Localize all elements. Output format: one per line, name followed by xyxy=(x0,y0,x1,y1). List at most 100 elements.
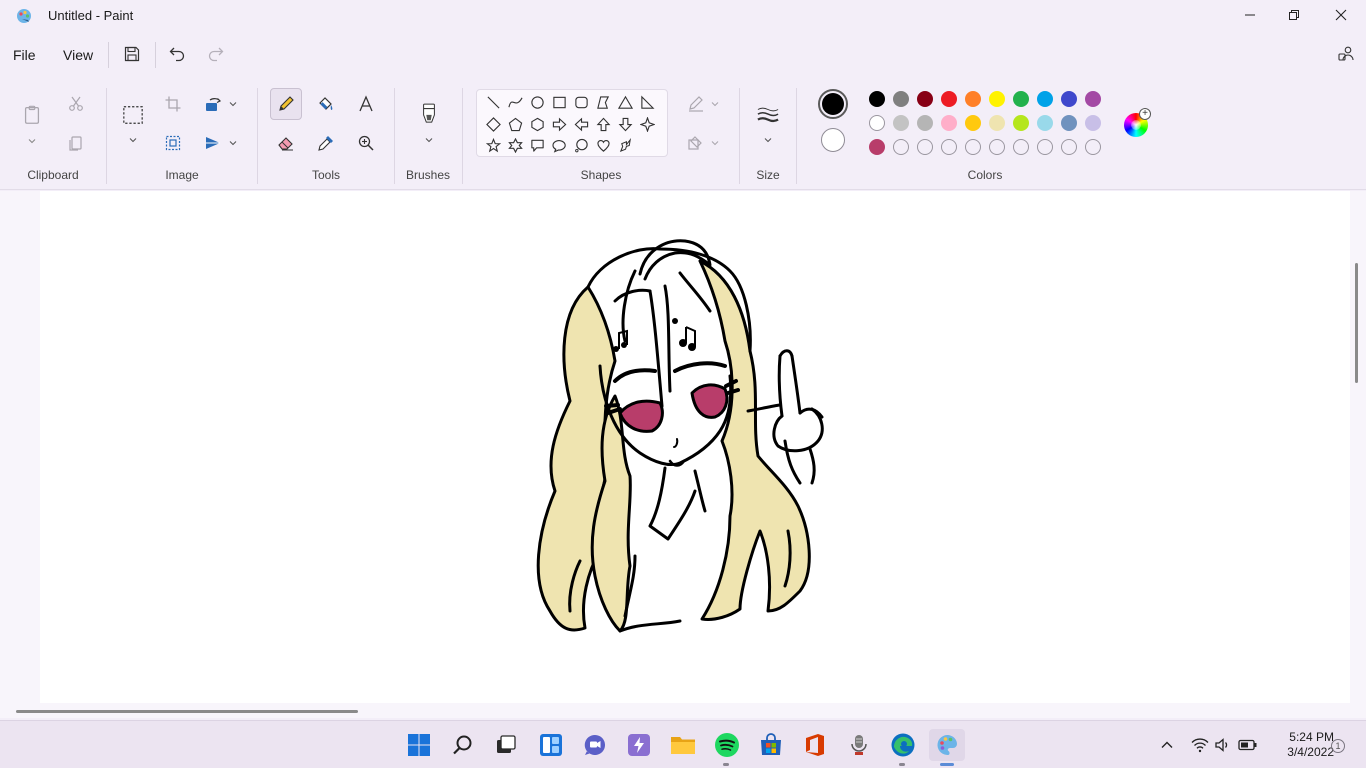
vertical-scrollbar[interactable] xyxy=(1355,263,1358,383)
chevron-down-icon[interactable] xyxy=(128,135,138,145)
color-swatch[interactable] xyxy=(965,91,981,107)
line-shape[interactable] xyxy=(484,93,502,111)
color-swatch[interactable] xyxy=(893,91,909,107)
color-swatch[interactable] xyxy=(965,115,981,131)
voice-recorder-button[interactable] xyxy=(845,731,873,759)
resize-button[interactable] xyxy=(161,131,185,155)
task-view-button[interactable] xyxy=(492,731,520,759)
color-swatch[interactable] xyxy=(941,91,957,107)
rect-callout-shape[interactable] xyxy=(528,136,546,154)
brushes-button[interactable] xyxy=(416,100,442,128)
crop-button[interactable] xyxy=(161,92,185,116)
chevron-down-icon[interactable] xyxy=(424,135,434,145)
color-swatch[interactable] xyxy=(917,115,933,131)
custom-color-slot[interactable] xyxy=(1061,139,1077,155)
copy-button[interactable] xyxy=(64,131,88,155)
custom-color-slot[interactable] xyxy=(1037,139,1053,155)
chevron-down-icon[interactable] xyxy=(228,138,238,148)
polygon-shape[interactable] xyxy=(594,93,612,111)
redo-button[interactable] xyxy=(204,42,228,66)
oval-callout-shape[interactable] xyxy=(550,136,568,154)
chevron-down-icon[interactable] xyxy=(710,99,720,109)
custom-color-slot[interactable] xyxy=(941,139,957,155)
system-clock[interactable]: 5:24 PM 3/4/2022 xyxy=(1268,730,1334,760)
color-swatch[interactable] xyxy=(1037,115,1053,131)
chevron-down-icon[interactable] xyxy=(710,138,720,148)
select-button[interactable] xyxy=(120,102,146,128)
color-swatch[interactable] xyxy=(989,115,1005,131)
left-arrow-shape[interactable] xyxy=(572,115,590,133)
outline-button[interactable] xyxy=(684,92,708,116)
eraser-tool-button[interactable] xyxy=(274,131,298,155)
custom-color-slot[interactable] xyxy=(965,139,981,155)
rotate-button[interactable] xyxy=(201,92,225,116)
right-arrow-shape[interactable] xyxy=(550,115,568,133)
minimize-button[interactable] xyxy=(1227,0,1273,30)
chevron-down-icon[interactable] xyxy=(228,99,238,109)
app-pinned-1[interactable] xyxy=(625,731,653,759)
file-menu[interactable]: File xyxy=(13,47,36,63)
cloud-callout-shape[interactable] xyxy=(572,136,590,154)
lightning-shape[interactable] xyxy=(616,136,634,154)
view-menu[interactable]: View xyxy=(63,47,93,63)
chevron-down-icon[interactable] xyxy=(27,136,37,146)
restore-button[interactable] xyxy=(1271,0,1317,30)
widgets-button[interactable] xyxy=(537,731,565,759)
color-swatch[interactable] xyxy=(869,115,885,131)
color-swatch[interactable] xyxy=(917,91,933,107)
network-button[interactable] xyxy=(1188,731,1212,759)
six-point-star-shape[interactable] xyxy=(506,136,524,154)
custom-color-slot[interactable] xyxy=(1013,139,1029,155)
fill-button[interactable] xyxy=(684,131,708,155)
heart-shape[interactable] xyxy=(594,136,612,154)
text-tool-button[interactable] xyxy=(354,92,378,116)
color-swatch[interactable] xyxy=(1085,91,1101,107)
color-swatch[interactable] xyxy=(869,91,885,107)
cut-button[interactable] xyxy=(64,92,88,116)
color-swatch[interactable] xyxy=(1013,91,1029,107)
custom-color-slot[interactable] xyxy=(917,139,933,155)
up-arrow-shape[interactable] xyxy=(594,115,612,133)
five-point-star-shape[interactable] xyxy=(484,136,502,154)
flip-button[interactable] xyxy=(201,131,225,155)
rounded-rectangle-shape[interactable] xyxy=(572,93,590,111)
chat-button[interactable] xyxy=(581,731,609,759)
undo-button[interactable] xyxy=(165,42,189,66)
four-point-star-shape[interactable] xyxy=(638,115,656,133)
curve-shape[interactable] xyxy=(506,93,524,111)
color-swatch[interactable] xyxy=(1037,91,1053,107)
color-swatch[interactable] xyxy=(989,91,1005,107)
color-swatch[interactable] xyxy=(1061,91,1077,107)
show-hidden-icons-button[interactable] xyxy=(1155,731,1179,759)
battery-button[interactable] xyxy=(1236,731,1260,759)
custom-color-slot[interactable] xyxy=(989,139,1005,155)
spotify-button[interactable] xyxy=(713,731,741,759)
pencil-tool-button[interactable] xyxy=(274,92,298,116)
horizontal-scrollbar[interactable] xyxy=(16,710,358,713)
account-button[interactable] xyxy=(1334,42,1358,66)
start-button[interactable] xyxy=(405,731,433,759)
color-picker-button[interactable] xyxy=(314,131,338,155)
color-swatch[interactable] xyxy=(1061,115,1077,131)
color-1-selector[interactable] xyxy=(818,89,848,119)
save-button[interactable] xyxy=(120,42,144,66)
rectangle-shape[interactable] xyxy=(550,93,568,111)
right-triangle-shape[interactable] xyxy=(638,93,656,111)
notification-badge[interactable]: 1 xyxy=(1331,739,1345,753)
file-explorer-button[interactable] xyxy=(669,731,697,759)
diamond-shape[interactable] xyxy=(484,115,502,133)
custom-color-slot[interactable] xyxy=(1085,139,1101,155)
color-swatch[interactable] xyxy=(1013,115,1029,131)
office-button[interactable] xyxy=(801,731,829,759)
volume-button[interactable] xyxy=(1211,731,1235,759)
triangle-shape[interactable] xyxy=(616,93,634,111)
edge-button[interactable] xyxy=(889,731,917,759)
color-swatch[interactable] xyxy=(869,139,885,155)
color-swatch[interactable] xyxy=(941,115,957,131)
store-button[interactable] xyxy=(757,731,785,759)
close-button[interactable] xyxy=(1318,0,1364,30)
pentagon-shape[interactable] xyxy=(506,115,524,133)
color-2-selector[interactable] xyxy=(821,128,845,152)
paint-taskbar-button[interactable] xyxy=(929,729,965,761)
paste-button[interactable] xyxy=(19,102,45,128)
